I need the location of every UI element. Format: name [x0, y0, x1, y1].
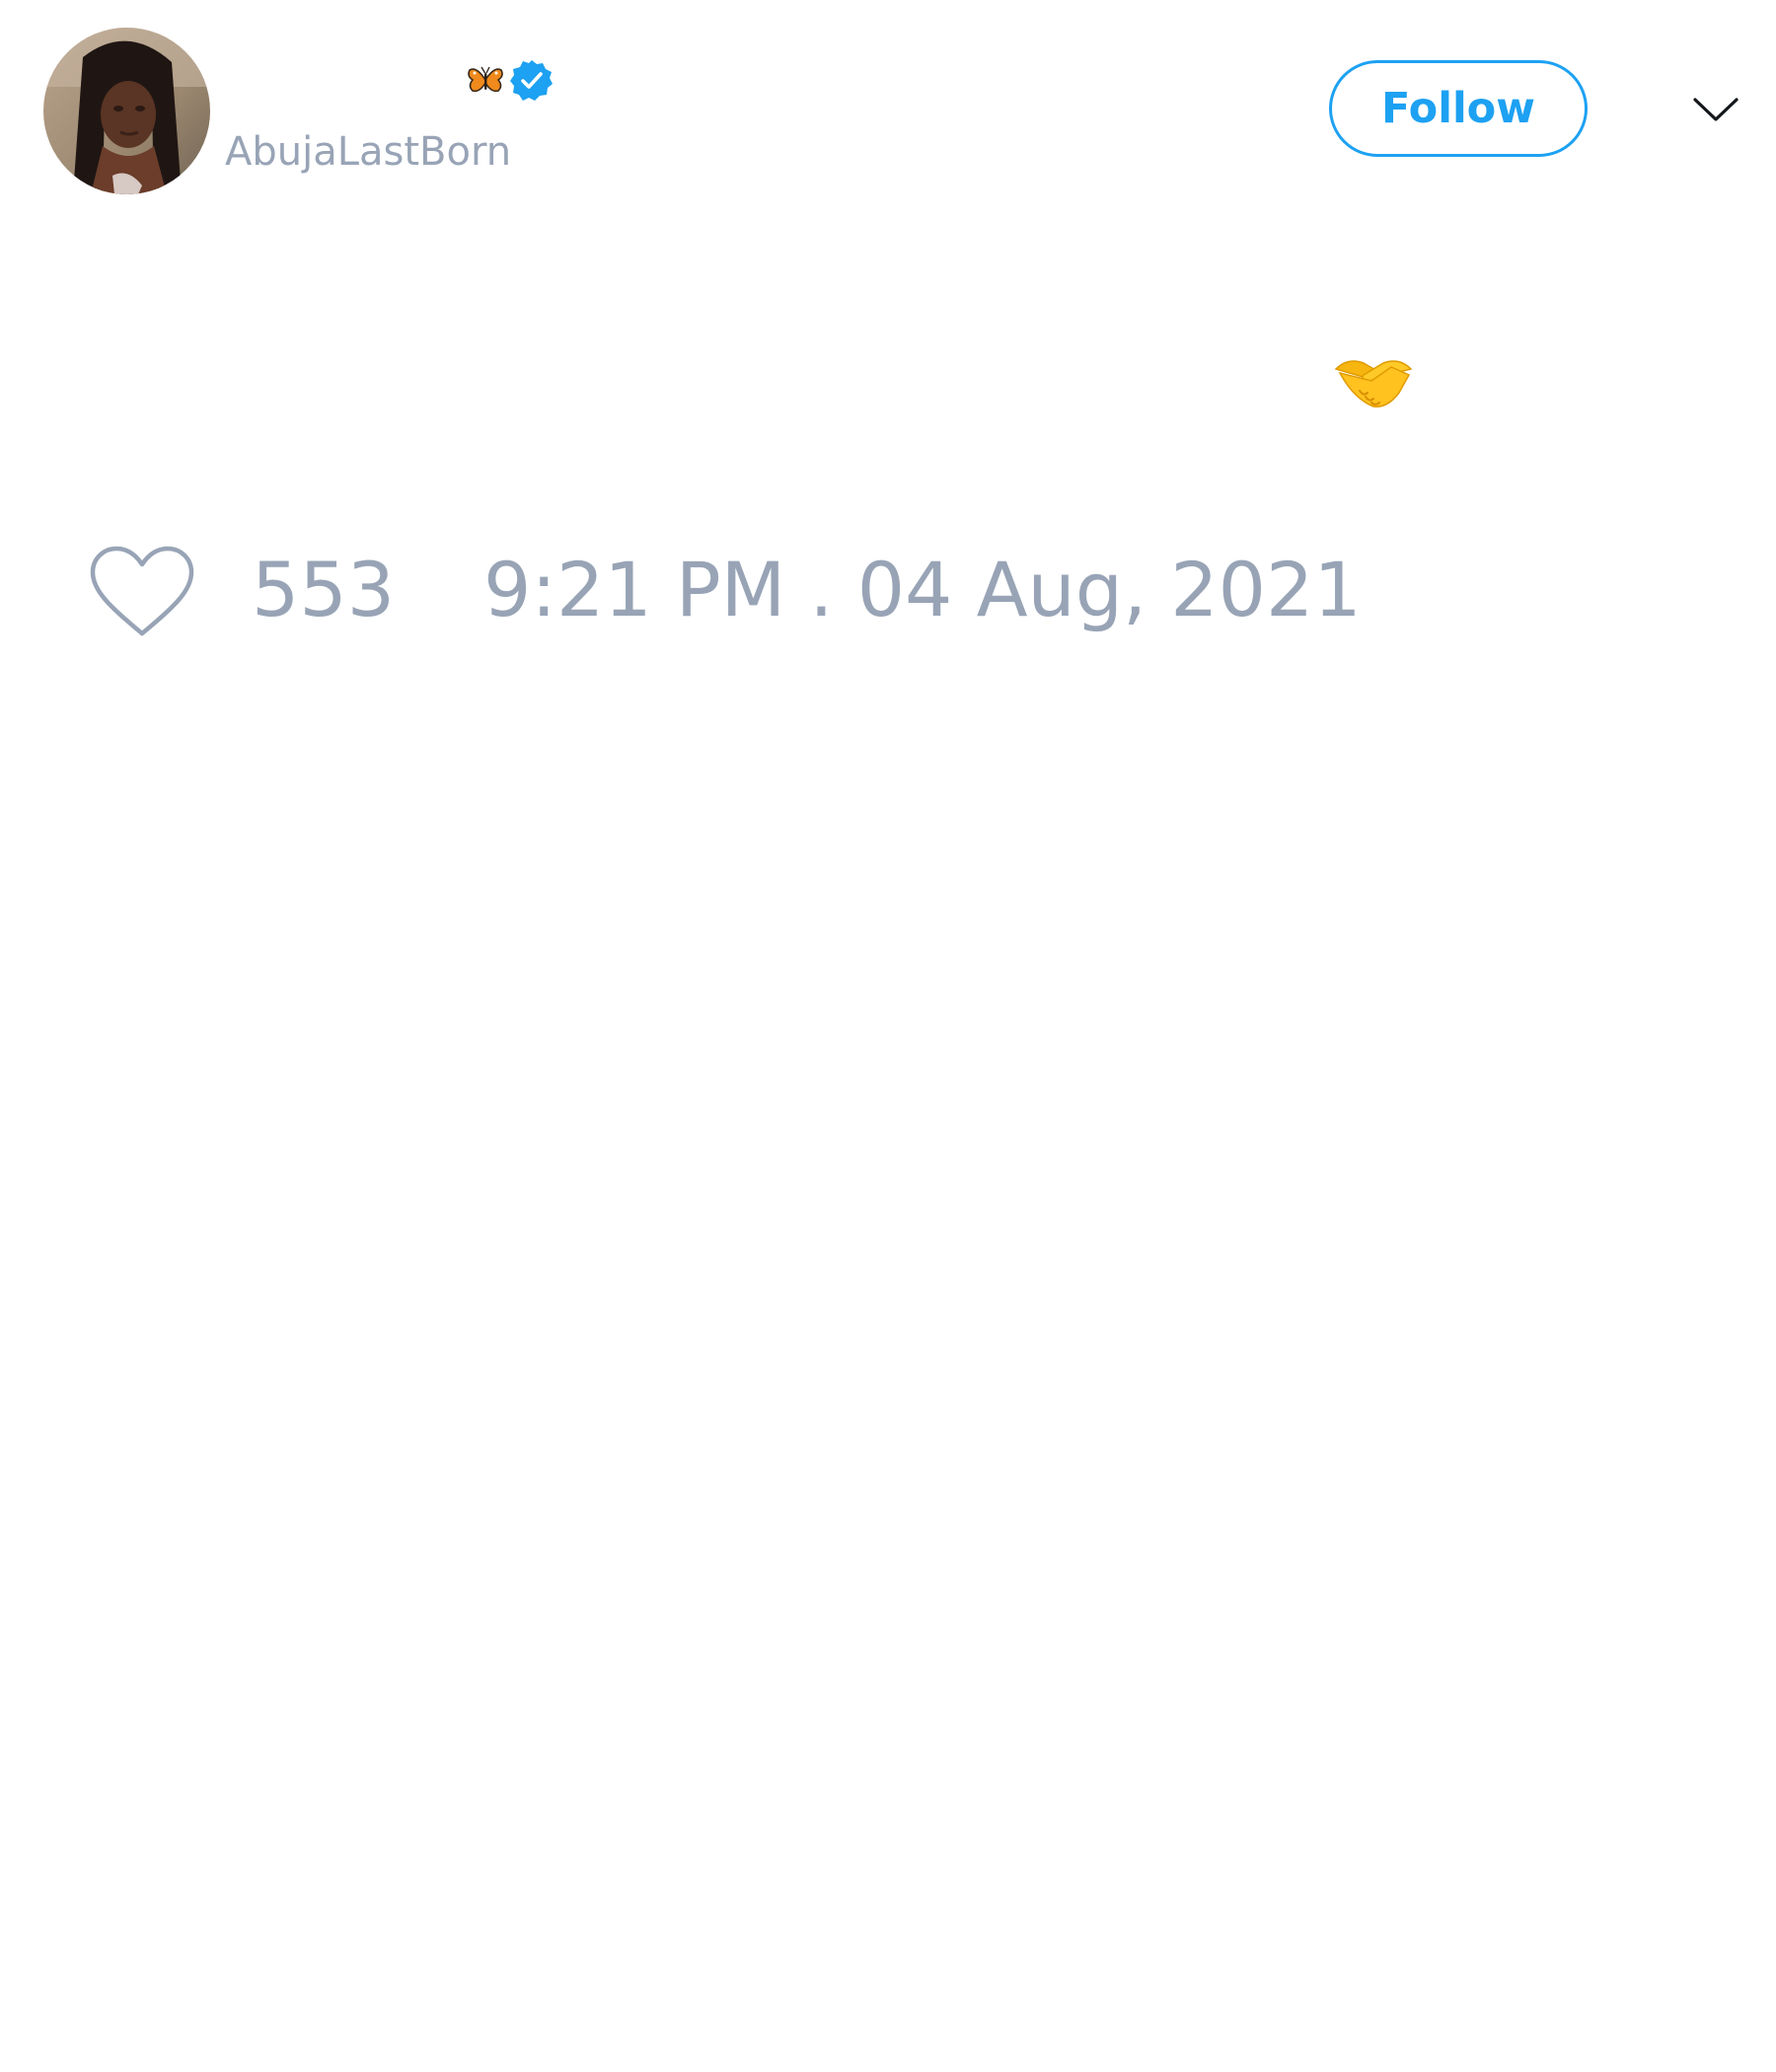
- display-name-row: [225, 53, 555, 109]
- chevron-down-icon[interactable]: [1692, 95, 1739, 124]
- butterfly-icon: [467, 62, 504, 100]
- tweet-timestamp[interactable]: 9:21 PM . 04 Aug, 2021: [483, 541, 1362, 639]
- follow-button[interactable]: Follow: [1329, 60, 1588, 157]
- tweet-card: AbujaLastBorn Follow 553 9:21 PM . 04 Au…: [0, 0, 1776, 2072]
- handshake-icon: [1334, 353, 1413, 414]
- avatar[interactable]: [43, 28, 210, 194]
- verified-badge-icon: [508, 57, 555, 105]
- user-handle[interactable]: AbujaLastBorn: [225, 124, 511, 180]
- heart-icon[interactable]: [89, 545, 195, 639]
- like-count: 553: [252, 546, 396, 633]
- avatar-image: [43, 28, 210, 194]
